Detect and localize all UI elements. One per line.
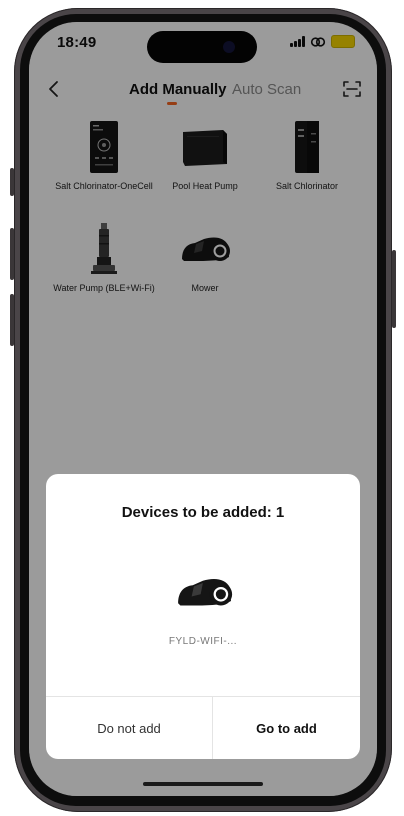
dialog-device-name: FYLD-WIFI-... bbox=[168, 636, 238, 647]
do-not-add-button[interactable]: Do not add bbox=[46, 697, 212, 759]
phone-volume-down-button bbox=[10, 294, 14, 346]
phone-volume-up-button bbox=[10, 228, 14, 280]
phone-screen: 18:49 Add Manually Auto Scan Salt Chlori… bbox=[29, 22, 377, 796]
dialog-title: Devices to be added: 1 bbox=[121, 504, 285, 521]
home-indicator[interactable] bbox=[143, 782, 263, 786]
phone-action-button bbox=[10, 168, 14, 196]
go-to-add-button[interactable]: Go to add bbox=[213, 697, 360, 759]
phone-power-button bbox=[392, 250, 396, 328]
add-devices-dialog: Devices to be added: 1 FYLD-WIFI-... Do … bbox=[46, 474, 360, 759]
mower-icon bbox=[178, 579, 233, 606]
